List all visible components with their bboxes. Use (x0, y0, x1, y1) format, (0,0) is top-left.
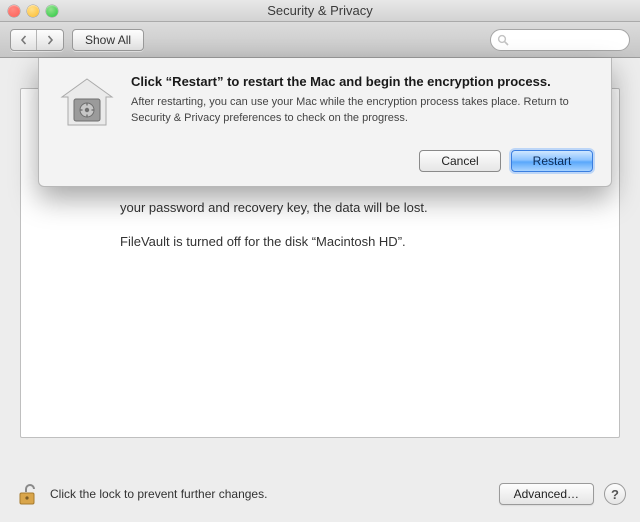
forward-button[interactable] (37, 30, 63, 50)
cancel-label: Cancel (441, 154, 478, 168)
back-button[interactable] (11, 30, 37, 50)
search-icon (497, 34, 509, 46)
help-button[interactable]: ? (604, 483, 626, 505)
search-field[interactable] (490, 29, 630, 51)
close-window-button[interactable] (8, 5, 20, 17)
minimize-window-button[interactable] (27, 5, 39, 17)
lock-hint-text: Click the lock to prevent further change… (50, 487, 267, 501)
restart-label: Restart (533, 154, 572, 168)
chevron-right-icon (45, 35, 55, 45)
titlebar: Security & Privacy (0, 0, 640, 22)
filevault-status-text: FileVault is turned off for the disk “Ma… (120, 232, 600, 252)
dialog-description: After restarting, you can use your Mac w… (131, 95, 593, 127)
advanced-button[interactable]: Advanced… (499, 483, 594, 505)
show-all-button[interactable]: Show All (72, 29, 144, 51)
bottom-bar: Click the lock to prevent further change… (0, 466, 640, 522)
lock-button[interactable] (14, 481, 40, 507)
advanced-label: Advanced… (514, 487, 579, 501)
house-safe-icon (58, 75, 116, 133)
zoom-window-button[interactable] (46, 5, 58, 17)
cancel-button[interactable]: Cancel (419, 150, 501, 172)
filevault-icon (57, 74, 117, 134)
chevron-left-icon (19, 35, 29, 45)
restart-button[interactable]: Restart (511, 150, 593, 172)
show-all-label: Show All (85, 33, 131, 47)
unlocked-lock-icon (15, 482, 39, 506)
visible-warning-continuation: your password and recovery key, the data… (120, 198, 600, 218)
window-title: Security & Privacy (0, 3, 640, 18)
toolbar: Show All (0, 22, 640, 58)
help-label: ? (611, 487, 619, 502)
window-controls (0, 5, 58, 17)
dialog-title: Click “Restart” to restart the Mac and b… (131, 74, 593, 89)
nav-segmented (10, 29, 64, 51)
restart-dialog: Click “Restart” to restart the Mac and b… (38, 58, 612, 187)
